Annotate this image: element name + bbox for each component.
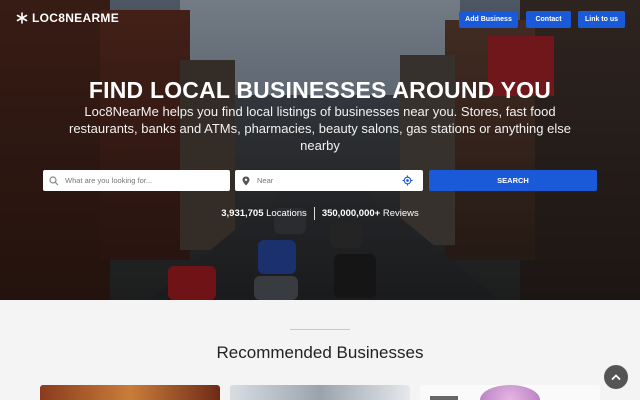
hero-section: LOC8NEARME Add Business Contact Link to … [0, 0, 640, 300]
chevron-up-icon [611, 374, 621, 380]
search-near-placeholder: Near [257, 176, 274, 185]
business-card-image [480, 385, 540, 400]
search-icon [49, 175, 59, 185]
add-business-button[interactable]: Add Business [459, 11, 518, 28]
reviews-stat: 350,000,000+ Reviews [322, 208, 419, 219]
locations-count: 3,931,705 [221, 208, 264, 219]
stats-bar: 3,931,705 Locations 350,000,000+ Reviews [0, 207, 640, 220]
business-card-tag [430, 396, 458, 400]
search-what-field[interactable]: What are you looking for... [43, 170, 230, 191]
top-navbar: LOC8NEARME Add Business Contact Link to … [0, 0, 640, 38]
search-button[interactable]: SEARCH [429, 170, 597, 191]
locations-label: Locations [266, 208, 307, 219]
recommended-title: Recommended Businesses [216, 343, 424, 362]
search-what-placeholder: What are you looking for... [65, 176, 153, 185]
business-card[interactable] [40, 385, 220, 400]
hero-title: FIND LOCAL BUSINESSES AROUND YOU [88, 77, 552, 103]
section-divider [290, 329, 350, 330]
reviews-count: 350,000,000+ [321, 208, 381, 219]
map-pin-icon [242, 176, 250, 185]
business-card[interactable] [230, 385, 410, 400]
logo-text: LOC8NEARME [32, 11, 120, 25]
locations-stat: 3,931,705 Locations [221, 208, 307, 219]
scroll-to-top-button[interactable] [604, 365, 628, 389]
hero-subtitle: Loc8NearMe helps you find local listings… [69, 104, 571, 153]
business-card[interactable] [420, 385, 600, 400]
link-to-us-button[interactable]: Link to us [578, 11, 625, 28]
asterisk-logo-icon [16, 12, 28, 24]
locate-me-icon[interactable] [402, 175, 413, 186]
search-near-field[interactable]: Near [235, 170, 423, 191]
reviews-label: Reviews [382, 208, 419, 219]
contact-button[interactable]: Contact [526, 11, 571, 28]
stats-divider [313, 207, 315, 220]
site-logo[interactable]: LOC8NEARME [16, 11, 119, 25]
